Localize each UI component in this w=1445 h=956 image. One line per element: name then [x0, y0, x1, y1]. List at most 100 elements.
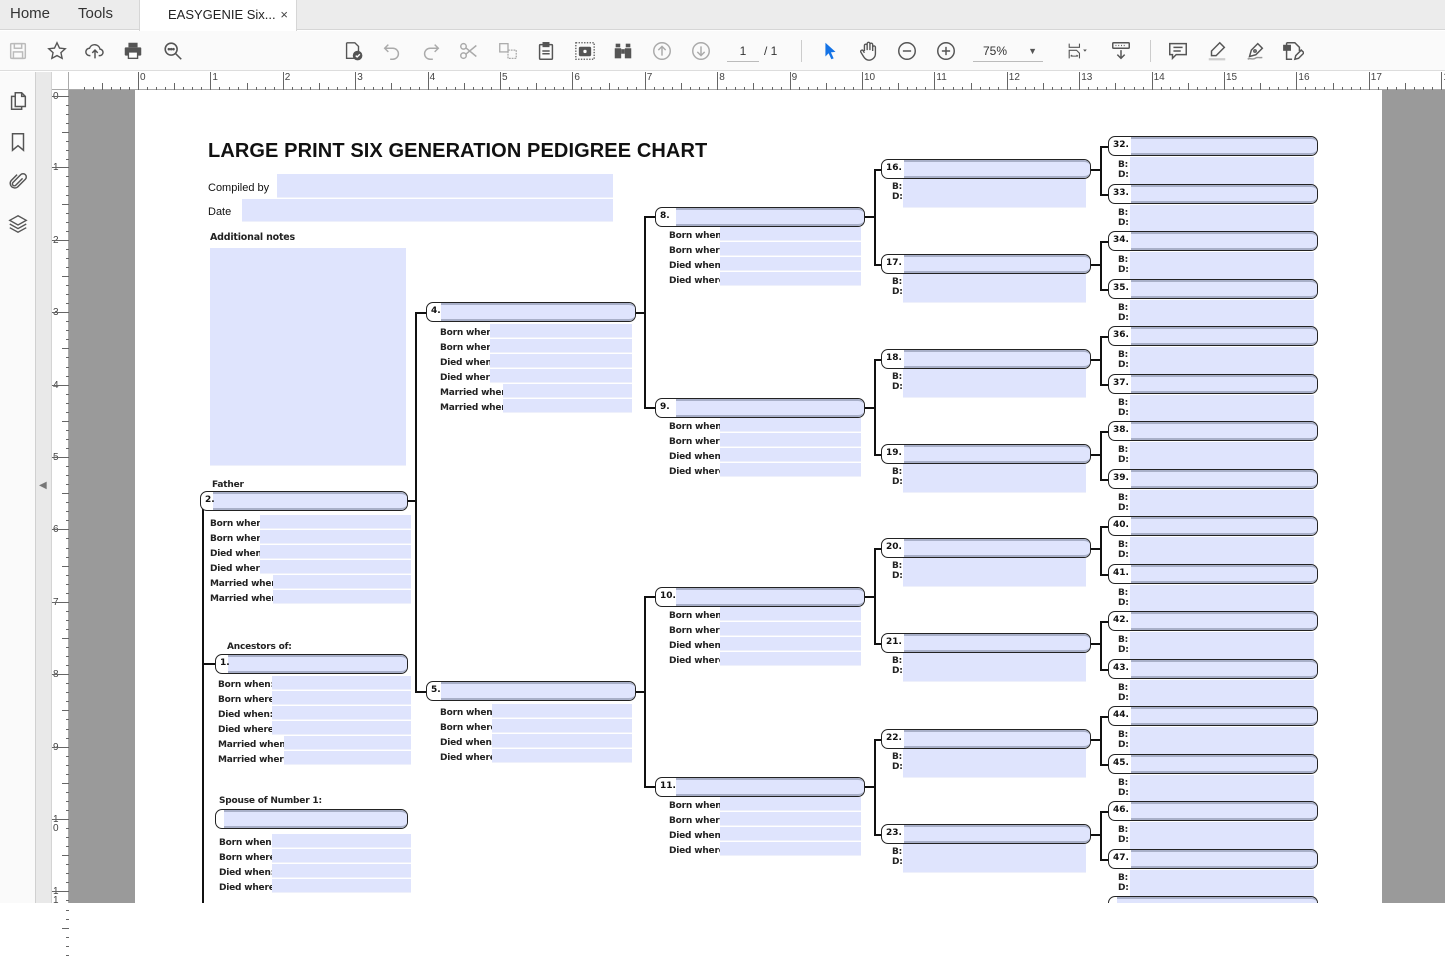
pages-icon[interactable]: [6, 89, 30, 113]
person-19-name-box[interactable]: 19.: [881, 444, 1091, 464]
person-37-bd-field[interactable]: [1130, 394, 1314, 424]
person-47-name-box[interactable]: 47.: [1108, 848, 1318, 869]
person-born-when-field[interactable]: [490, 324, 632, 338]
person-40-name-field[interactable]: [1131, 517, 1317, 535]
person-44-bd-field[interactable]: [1130, 727, 1314, 756]
person-32-bd-field[interactable]: [1130, 157, 1314, 186]
person-39-bd-field[interactable]: [1130, 489, 1314, 519]
person-died-where-field[interactable]: [272, 721, 411, 735]
layers-icon[interactable]: [6, 212, 30, 236]
person-born-where-field[interactable]: [720, 433, 861, 447]
person-born-when-field[interactable]: [720, 227, 861, 241]
person-died-when-field[interactable]: [272, 864, 411, 878]
person-45-bd-field[interactable]: [1130, 774, 1314, 804]
person-44-name-field[interactable]: [1131, 707, 1317, 725]
person-40-name-box[interactable]: 40.: [1108, 516, 1318, 536]
person-35-bd-field[interactable]: [1130, 299, 1314, 329]
person-married-when-field[interactable]: [503, 384, 632, 398]
person-17-bd-field[interactable]: [903, 274, 1086, 303]
person-born-where-field[interactable]: [492, 719, 632, 733]
person-39-name-box[interactable]: 39.: [1108, 468, 1318, 489]
person-22-name-box[interactable]: 22.: [881, 729, 1091, 749]
person-19-bd-field[interactable]: [903, 464, 1086, 493]
person-33-bd-field[interactable]: [1130, 204, 1314, 234]
person-11-name-box[interactable]: 11.: [655, 777, 865, 797]
person-34-bd-field[interactable]: [1130, 252, 1314, 281]
person-43-bd-field[interactable]: [1130, 679, 1314, 709]
person-married-where-field[interactable]: [273, 590, 411, 604]
person-died-where-field[interactable]: [720, 652, 861, 666]
person-47-bd-field[interactable]: [1130, 869, 1314, 899]
person-42-name-field[interactable]: [1131, 612, 1317, 630]
person-20-name-field[interactable]: [904, 539, 1090, 557]
zoom-level-dropdown[interactable]: 75% ▼: [973, 40, 1043, 62]
compare-icon[interactable]: [496, 39, 520, 63]
compiled-by-field[interactable]: [277, 174, 613, 198]
additional-notes-field[interactable]: [210, 248, 406, 466]
person-5-name-field[interactable]: [441, 682, 635, 700]
person-39-name-field[interactable]: [1131, 469, 1317, 488]
person-died-where-field[interactable]: [490, 369, 632, 383]
person-died-when-field[interactable]: [492, 734, 632, 748]
hand-pan-icon[interactable]: [857, 39, 881, 63]
person-died-when-field[interactable]: [720, 827, 861, 841]
person-32-name-field[interactable]: [1131, 137, 1317, 155]
person-9-name-field[interactable]: [676, 399, 864, 417]
person-1-name-field[interactable]: [228, 655, 407, 673]
person-23-name-box[interactable]: 23.: [881, 824, 1091, 844]
person-19-name-field[interactable]: [904, 445, 1090, 463]
person-34-name-box[interactable]: 34.: [1108, 231, 1318, 251]
person--name-field[interactable]: [224, 810, 407, 828]
person-33-name-box[interactable]: 33.: [1108, 183, 1318, 204]
person-38-name-field[interactable]: [1131, 422, 1317, 440]
cut-icon[interactable]: [457, 39, 481, 63]
person-36-name-field[interactable]: [1131, 327, 1317, 345]
person-died-where-field[interactable]: [720, 272, 861, 286]
person-died-where-field[interactable]: [720, 463, 861, 477]
person-married-when-field[interactable]: [284, 736, 411, 750]
person-born-when-field[interactable]: [720, 418, 861, 432]
person-married-when-field[interactable]: [273, 575, 411, 589]
person--name-box[interactable]: [215, 809, 408, 829]
person-born-where-field[interactable]: [272, 849, 411, 863]
person-33-name-field[interactable]: [1131, 184, 1317, 203]
person-16-name-box[interactable]: 16.: [881, 159, 1091, 179]
bookmarks-icon[interactable]: [6, 130, 30, 154]
person-born-when-field[interactable]: [492, 704, 632, 718]
person-10-name-field[interactable]: [676, 588, 864, 606]
person-died-when-field[interactable]: [260, 545, 411, 559]
person-died-where-field[interactable]: [492, 749, 632, 763]
person-18-name-field[interactable]: [904, 350, 1090, 368]
person-22-name-field[interactable]: [904, 730, 1090, 748]
person-21-name-box[interactable]: 21.: [881, 633, 1091, 653]
find-zoom-icon[interactable]: [161, 39, 185, 63]
person-21-name-field[interactable]: [904, 634, 1090, 652]
person-36-bd-field[interactable]: [1130, 347, 1314, 376]
comment-icon[interactable]: [1166, 39, 1190, 63]
page-number-input[interactable]: 1: [727, 40, 759, 62]
select-cursor-icon[interactable]: [818, 39, 842, 63]
person-born-where-field[interactable]: [260, 530, 411, 544]
person-died-where-field[interactable]: [260, 560, 411, 574]
person-42-bd-field[interactable]: [1130, 632, 1314, 661]
person-36-name-box[interactable]: 36.: [1108, 326, 1318, 346]
person-20-name-box[interactable]: 20.: [881, 538, 1091, 558]
scroll-mode-icon[interactable]: [1109, 39, 1133, 63]
panel-collapse-strip[interactable]: ◀: [36, 72, 52, 903]
print-icon[interactable]: [121, 39, 145, 63]
person-born-when-field[interactable]: [272, 834, 411, 848]
person-41-name-box[interactable]: 41.: [1108, 563, 1318, 584]
tab-home[interactable]: Home: [10, 0, 50, 30]
date-field[interactable]: [242, 199, 613, 222]
prev-page-icon[interactable]: [650, 39, 674, 63]
person-4-name-box[interactable]: 4.: [426, 302, 636, 322]
person-22-bd-field[interactable]: [903, 749, 1086, 778]
person-9-name-box[interactable]: 9.: [655, 398, 865, 418]
redo-icon[interactable]: [419, 39, 443, 63]
person-married-where-field[interactable]: [503, 399, 632, 413]
person-46-name-box[interactable]: 46.: [1108, 801, 1318, 821]
person-23-bd-field[interactable]: [903, 844, 1086, 873]
person-37-name-box[interactable]: 37.: [1108, 373, 1318, 394]
undo-icon[interactable]: [380, 39, 404, 63]
person--name-field[interactable]: [1117, 897, 1317, 903]
